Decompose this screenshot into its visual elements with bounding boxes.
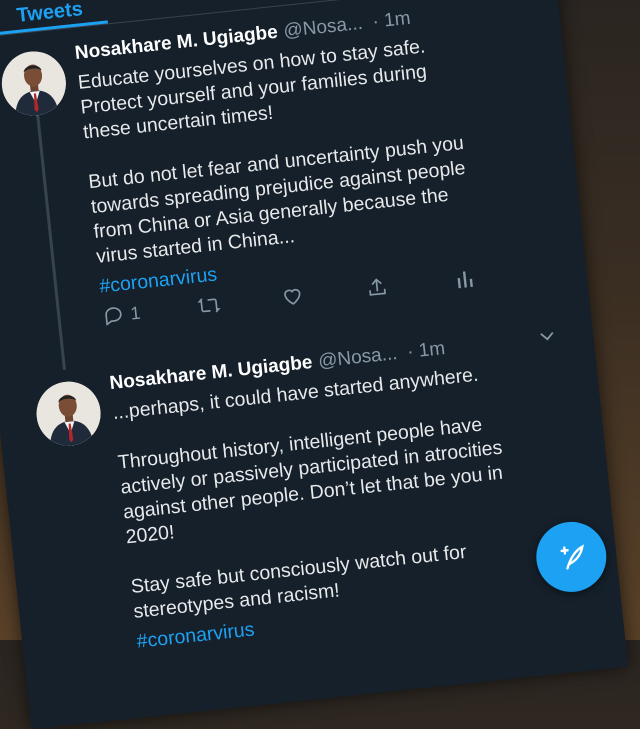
share-button[interactable]	[365, 276, 389, 300]
chevron-down-icon[interactable]	[538, 328, 556, 348]
tweet-text: ...perhaps, it could have started anywhe…	[111, 360, 526, 654]
retweet-icon	[197, 298, 221, 313]
tweet-paragraph: Throughout history, intelligent people h…	[116, 413, 504, 549]
share-icon	[369, 278, 386, 296]
avatar[interactable]	[33, 378, 104, 449]
compose-tweet-icon	[560, 544, 584, 570]
user-handle[interactable]: @Nosa...	[317, 343, 398, 372]
twitter-app-screen: Tweets Nosakhare M. Ugiagbe @Nosa... · 1m …	[0, 0, 629, 729]
analytics-icon	[457, 271, 473, 289]
reply-button[interactable]: 1	[101, 302, 141, 328]
tweet-text: Educate yourselves on how to stay safe. …	[77, 30, 489, 300]
user-handle[interactable]: @Nosa...	[283, 13, 364, 42]
compose-tweet-button[interactable]	[532, 518, 610, 596]
retweet-button[interactable]	[196, 293, 222, 317]
thread-connector-line	[36, 113, 66, 371]
analytics-button[interactable]	[455, 266, 477, 290]
tweet-timestamp[interactable]: · 1m	[406, 338, 446, 363]
reply-count: 1	[129, 302, 142, 324]
tweet-timestamp[interactable]: · 1m	[371, 8, 411, 33]
reply-icon	[105, 307, 122, 326]
heart-icon	[284, 288, 301, 305]
avatar[interactable]	[0, 48, 70, 119]
tweet[interactable]: Nosakhare M. Ugiagbe @Nosa... · 1m ...perh…	[0, 318, 591, 653]
like-button[interactable]	[280, 285, 304, 309]
